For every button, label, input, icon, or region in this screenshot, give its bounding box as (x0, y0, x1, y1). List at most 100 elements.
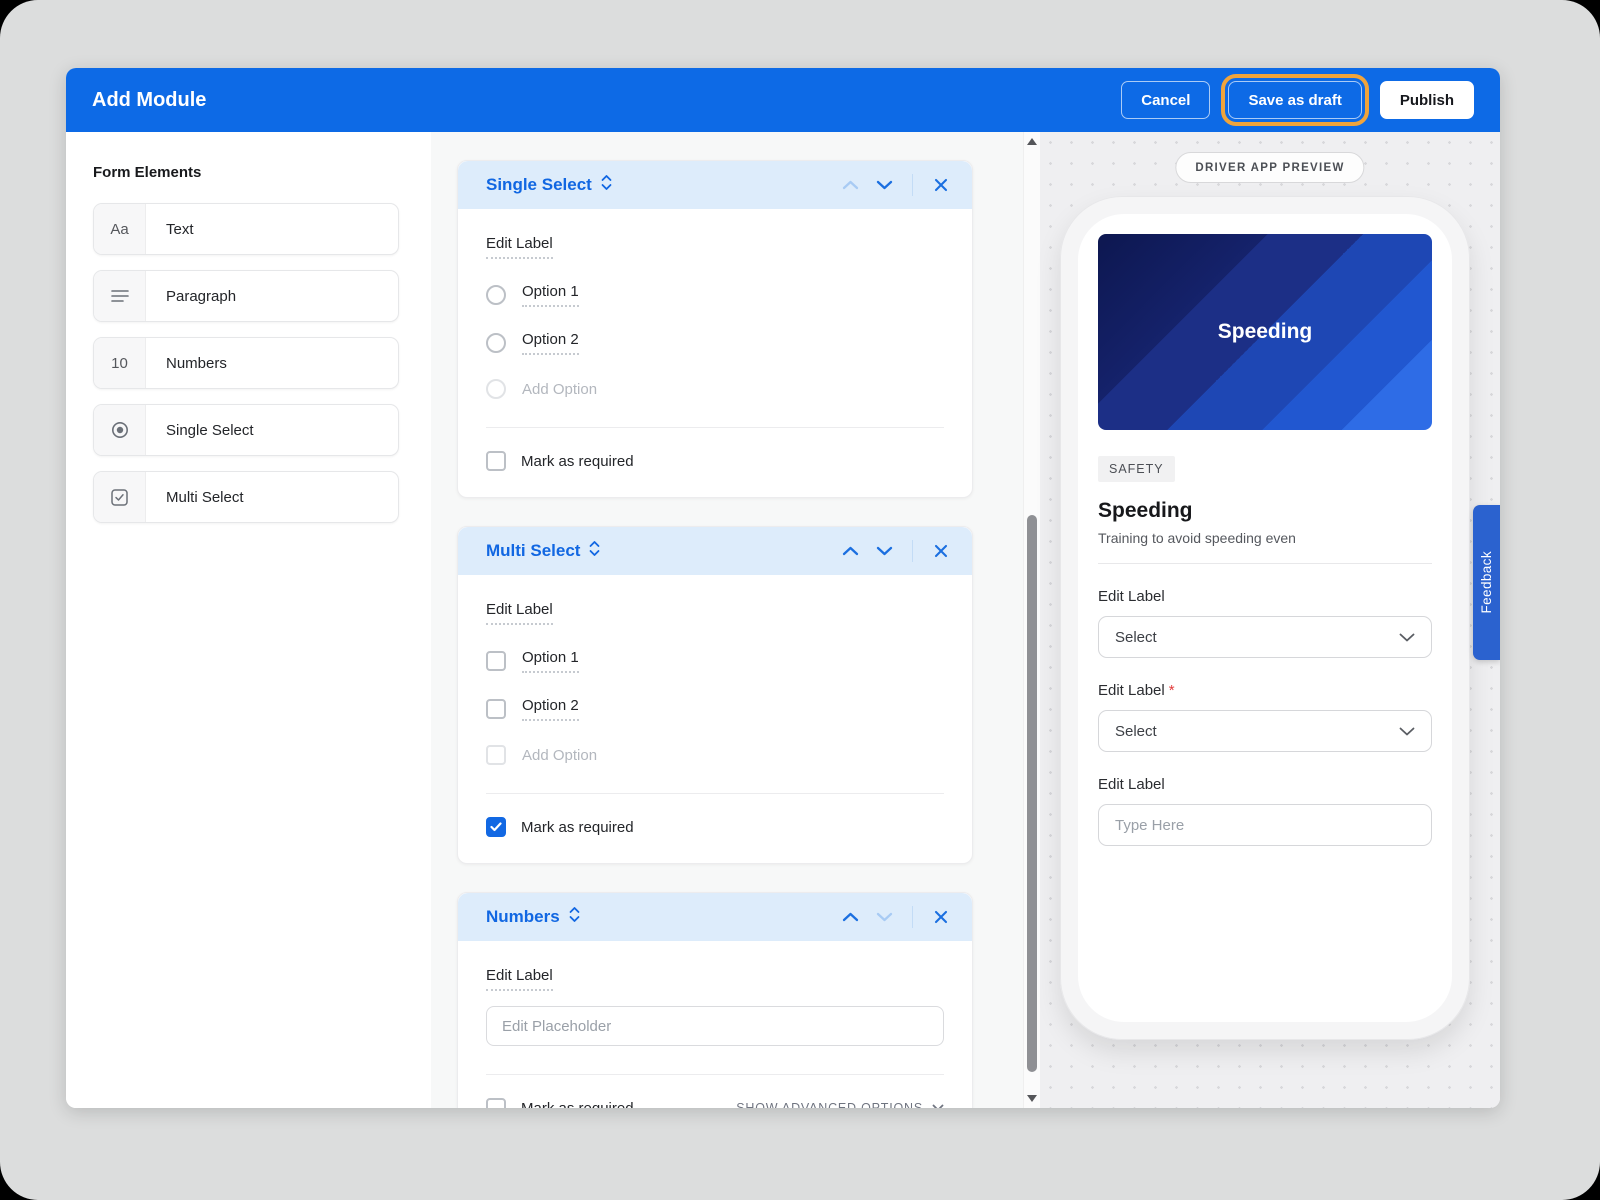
scrollbar-thumb[interactable] (1027, 515, 1037, 1072)
checkbox-icon (94, 472, 146, 522)
move-down-icon[interactable] (869, 170, 899, 200)
option-row: Option 2 (486, 697, 944, 721)
move-down-icon[interactable] (869, 536, 899, 566)
mark-required-label: Mark as required (521, 1100, 634, 1109)
field-label: Edit Label (1098, 776, 1432, 793)
required-row: Mark as required SHOW ADVANCED OPTIONS (486, 1098, 944, 1108)
add-option-label: Add Option (522, 747, 597, 764)
move-down-icon[interactable] (869, 902, 899, 932)
radio-icon (94, 405, 146, 455)
module-subtitle: Training to avoid speeding even (1098, 530, 1432, 546)
banner-title: Speeding (1218, 320, 1313, 344)
move-up-icon[interactable] (835, 902, 865, 932)
cancel-button[interactable]: Cancel (1121, 81, 1210, 119)
mark-required-checkbox[interactable] (486, 451, 506, 471)
select-dropdown[interactable]: Select (1098, 616, 1432, 658)
header-actions: Cancel Save as draft Publish (1121, 81, 1474, 119)
card-title-text: Numbers (486, 907, 560, 927)
card-body: Edit Label Option 1 Option 2 Add Option (458, 575, 972, 863)
category-badge: SAFETY (1098, 456, 1175, 482)
single-select-card: Single Select (457, 160, 973, 498)
chevron-down-icon (932, 1104, 944, 1108)
text-icon: Aa (94, 204, 146, 254)
card-header: Single Select (458, 161, 972, 209)
divider (912, 906, 913, 928)
card-body: Edit Label Mark as required SHOW ADVANCE… (458, 941, 972, 1108)
add-option-row[interactable]: Add Option (486, 379, 944, 399)
sidebar-item-paragraph[interactable]: Paragraph (93, 270, 399, 322)
sort-handle-icon[interactable] (589, 540, 600, 562)
sidebar-item-single-select[interactable]: Single Select (93, 404, 399, 456)
add-module-window: Add Module Cancel Save as draft Publish … (66, 68, 1500, 1108)
show-advanced-options-label: SHOW ADVANCED OPTIONS (736, 1101, 923, 1108)
field-label-required: Edit Label* (1098, 682, 1432, 699)
card-controls (835, 536, 956, 566)
builder-scrollbar[interactable] (1023, 132, 1040, 1108)
move-up-icon[interactable] (835, 170, 865, 200)
option-label-field[interactable]: Option 2 (522, 697, 579, 721)
mark-required-checkbox[interactable] (486, 1098, 506, 1108)
page-title: Add Module (92, 89, 206, 112)
add-option-row[interactable]: Add Option (486, 745, 944, 765)
paragraph-icon (94, 271, 146, 321)
close-icon[interactable] (926, 170, 956, 200)
publish-button[interactable]: Publish (1380, 81, 1474, 119)
option-label-field[interactable]: Option 2 (522, 331, 579, 355)
sort-handle-icon[interactable] (601, 174, 612, 196)
preview-pill: DRIVER APP PREVIEW (1175, 152, 1364, 183)
radio-option-muted (486, 379, 506, 399)
save-as-draft-button[interactable]: Save as draft (1228, 81, 1361, 119)
module-title: Speeding (1098, 499, 1432, 523)
move-up-icon[interactable] (835, 536, 865, 566)
select-value: Select (1115, 723, 1157, 740)
card-title-text: Single Select (486, 175, 592, 195)
numbers-card: Numbers (457, 892, 973, 1108)
mark-required-checkbox-checked[interactable] (486, 817, 506, 837)
feedback-tab-label: Feedback (1479, 551, 1494, 614)
type-here-input[interactable] (1098, 804, 1432, 846)
sidebar-item-text[interactable]: Aa Text (93, 203, 399, 255)
option-label-field[interactable]: Option 1 (522, 649, 579, 673)
select-dropdown[interactable]: Select (1098, 710, 1432, 752)
edit-placeholder-input[interactable] (486, 1006, 944, 1046)
card-body: Edit Label Option 1 Option 2 Add Option (458, 209, 972, 497)
select-value: Select (1115, 629, 1157, 646)
sidebar-item-numbers[interactable]: 10 Numbers (93, 337, 399, 389)
feedback-tab[interactable]: Feedback (1473, 505, 1500, 660)
numbers-icon: 10 (94, 338, 146, 388)
driver-app-preview-panel: DRIVER APP PREVIEW Speeding SAFETY Speed… (1040, 132, 1500, 1108)
divider (1098, 563, 1432, 564)
page-background: Add Module Cancel Save as draft Publish … (0, 0, 1600, 1200)
sidebar-item-multi-select[interactable]: Multi Select (93, 471, 399, 523)
scroll-down-arrow[interactable] (1027, 1095, 1037, 1102)
divider (912, 540, 913, 562)
radio-option[interactable] (486, 333, 506, 353)
module-banner: Speeding (1098, 234, 1432, 430)
field-label: Edit Label (1098, 588, 1432, 605)
checkbox-option[interactable] (486, 651, 506, 671)
edit-label-field[interactable]: Edit Label (486, 967, 553, 991)
card-title-text: Multi Select (486, 541, 580, 561)
sidebar-item-label: Multi Select (146, 472, 244, 522)
chevron-down-icon (1399, 633, 1415, 642)
sidebar-item-label: Numbers (146, 338, 227, 388)
edit-label-field[interactable]: Edit Label (486, 601, 553, 625)
edit-label-field[interactable]: Edit Label (486, 235, 553, 259)
sort-handle-icon[interactable] (569, 906, 580, 928)
add-option-label: Add Option (522, 381, 597, 398)
option-row: Option 1 (486, 283, 944, 307)
required-row: Mark as required (486, 451, 944, 471)
card-title: Multi Select (486, 540, 600, 562)
form-elements-sidebar: Form Elements Aa Text Paragraph 10 Numbe… (66, 132, 431, 1108)
phone-screen: Speeding SAFETY Speeding Training to avo… (1078, 214, 1452, 1022)
close-icon[interactable] (926, 536, 956, 566)
checkbox-option[interactable] (486, 699, 506, 719)
show-advanced-options-toggle[interactable]: SHOW ADVANCED OPTIONS (736, 1101, 944, 1108)
radio-option[interactable] (486, 285, 506, 305)
close-icon[interactable] (926, 902, 956, 932)
sidebar-item-label: Text (146, 204, 194, 254)
scroll-up-arrow[interactable] (1027, 138, 1037, 145)
option-label-field[interactable]: Option 1 (522, 283, 579, 307)
card-controls (835, 902, 956, 932)
divider (486, 1074, 944, 1075)
